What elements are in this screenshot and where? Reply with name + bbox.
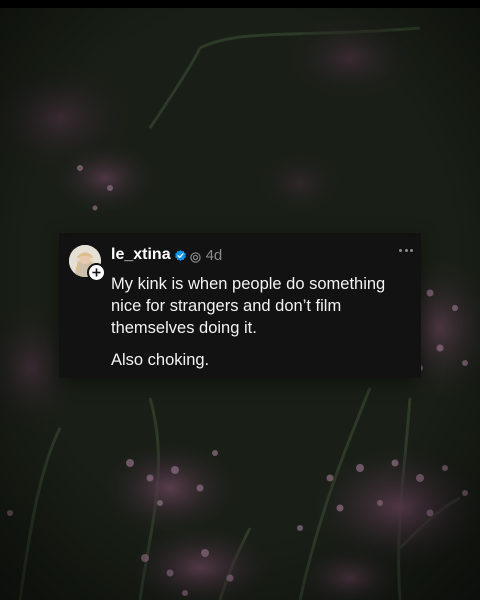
avatar-container[interactable] <box>69 245 106 282</box>
post-timestamp: 4d <box>205 246 223 264</box>
more-options-icon[interactable] <box>399 247 413 253</box>
verified-badge-icon <box>174 249 187 262</box>
post-paragraph: Also choking. <box>111 351 210 369</box>
username[interactable]: le_xtina <box>111 246 171 264</box>
post-header: le_xtina 4d <box>111 245 222 265</box>
plus-icon[interactable] <box>87 263 106 282</box>
ai-label-icon <box>189 250 201 263</box>
post-paragraph: My kink is when people do something nice… <box>111 275 386 337</box>
post-card[interactable]: le_xtina 4d My kink is when people do so… <box>59 233 421 378</box>
post-body: My kink is when people do something nice… <box>111 273 413 381</box>
top-bar <box>0 0 480 8</box>
